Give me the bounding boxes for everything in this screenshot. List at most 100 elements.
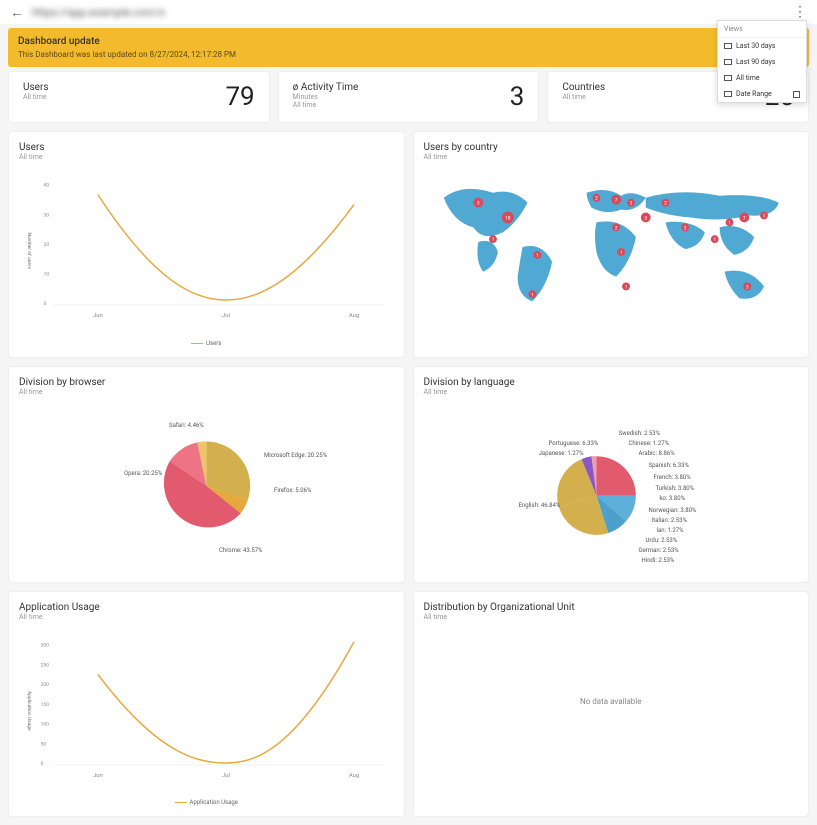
svg-text:20: 20 bbox=[44, 242, 50, 248]
card-title: Application Usage bbox=[19, 602, 394, 613]
dropdown-item-last-30[interactable]: Last 30 days bbox=[718, 38, 806, 54]
back-arrow-icon[interactable]: ← bbox=[10, 4, 24, 21]
no-data-message: No data available bbox=[424, 627, 799, 777]
pie-label: Chinese: 1.27% bbox=[629, 440, 669, 447]
kpi-activity-time: ø Activity Time Minutes All time 3 bbox=[278, 71, 540, 123]
svg-text:2: 2 bbox=[664, 201, 667, 207]
svg-text:0: 0 bbox=[44, 301, 47, 307]
dropdown-item-last-90[interactable]: Last 90 days bbox=[718, 54, 806, 70]
update-banner: Dashboard update This Dashboard was last… bbox=[8, 28, 809, 67]
pie-label: French: 3.80% bbox=[654, 474, 691, 481]
y-axis-label: Number of users bbox=[26, 233, 33, 270]
card-sub: All time bbox=[19, 613, 394, 621]
card-language-pie: Division by language All time English: 4… bbox=[413, 366, 810, 583]
kpi-title: Countries bbox=[562, 82, 605, 93]
dropdown-item-label: Date Range bbox=[736, 90, 772, 98]
legend-swatch bbox=[191, 343, 203, 344]
svg-text:1: 1 bbox=[619, 250, 622, 256]
kpi-sub: All time bbox=[293, 101, 359, 109]
card-sub: All time bbox=[424, 153, 799, 161]
svg-text:10: 10 bbox=[44, 271, 50, 277]
pie-label: Urdu: 2.53% bbox=[646, 537, 678, 544]
svg-text:1: 1 bbox=[491, 237, 494, 243]
calendar-icon bbox=[724, 91, 732, 97]
svg-text:7: 7 bbox=[742, 215, 745, 221]
banner-title: Dashboard update bbox=[18, 36, 799, 47]
pie-label: ko: 3.80% bbox=[660, 495, 686, 502]
svg-text:40: 40 bbox=[44, 183, 50, 189]
pie-label: Spanish: 6.33% bbox=[649, 462, 689, 469]
pie-label: Turkish: 3.80% bbox=[656, 485, 695, 492]
card-users-chart: Users All time Number of users 40 30 20 … bbox=[8, 131, 405, 358]
kpi-value: 79 bbox=[225, 82, 254, 112]
svg-text:1: 1 bbox=[762, 213, 765, 219]
page-title-blurred: https://app.example.com/x bbox=[32, 6, 793, 19]
card-title: Division by browser bbox=[19, 377, 394, 388]
svg-text:100: 100 bbox=[41, 721, 50, 727]
pie-label: Arabic: 8.86% bbox=[639, 450, 675, 457]
calendar-icon bbox=[724, 75, 732, 81]
pie-label: German: 2.53% bbox=[639, 547, 679, 554]
card-sub: All time bbox=[19, 388, 394, 396]
svg-text:Jun: Jun bbox=[93, 313, 103, 319]
pie-label: Italian: 2.53% bbox=[652, 517, 687, 524]
views-dropdown: Views Last 30 days Last 90 days All time… bbox=[717, 20, 807, 103]
dropdown-item-date-range[interactable]: Date Range bbox=[718, 86, 806, 102]
top-bar: ← https://app.example.com/x ⋮ bbox=[0, 0, 817, 24]
pie-label: Portuguese: 6.33% bbox=[549, 440, 599, 447]
banner-subtitle: This Dashboard was last updated on 8/27/… bbox=[18, 50, 799, 59]
chart-legend: Users bbox=[19, 340, 394, 347]
kpi-title: ø Activity Time bbox=[293, 82, 359, 93]
svg-text:18: 18 bbox=[505, 215, 511, 221]
pie-label: Japanese: 1.27% bbox=[539, 450, 584, 457]
dropdown-item-label: All time bbox=[736, 74, 760, 82]
svg-text:3: 3 bbox=[683, 225, 686, 231]
svg-text:Jun: Jun bbox=[93, 772, 103, 778]
pie-label: lan: 1.27% bbox=[657, 527, 684, 534]
svg-text:300: 300 bbox=[41, 642, 50, 648]
svg-text:5: 5 bbox=[644, 215, 647, 221]
kpi-sub: All time bbox=[562, 93, 605, 101]
svg-text:50: 50 bbox=[41, 741, 47, 747]
pie-label: Swedish: 2.53% bbox=[619, 430, 661, 437]
svg-text:Aug: Aug bbox=[349, 772, 359, 778]
calendar-picker-icon bbox=[793, 91, 800, 98]
svg-text:1: 1 bbox=[624, 284, 627, 290]
dropdown-item-all-time[interactable]: All time bbox=[718, 70, 806, 86]
world-landmass bbox=[443, 189, 778, 301]
pie-label: Chrome: 43.57% bbox=[219, 547, 262, 554]
svg-text:1: 1 bbox=[531, 292, 534, 298]
svg-text:2: 2 bbox=[595, 196, 598, 202]
svg-text:Aug: Aug bbox=[349, 313, 359, 319]
svg-text:3: 3 bbox=[629, 201, 632, 207]
svg-text:7: 7 bbox=[614, 198, 617, 204]
svg-text:3: 3 bbox=[745, 284, 748, 290]
chart-legend: Application Usage bbox=[19, 799, 394, 806]
card-app-usage: Application Usage All time Application U… bbox=[8, 591, 405, 818]
svg-text:Jul: Jul bbox=[222, 313, 230, 319]
language-pie: English: 46.84% Japanese: 1.27% Portugue… bbox=[424, 402, 799, 572]
svg-text:1: 1 bbox=[728, 220, 731, 226]
card-org-unit: Distribution by Organizational Unit All … bbox=[413, 591, 810, 818]
browser-pie: Safari: 4.46% Microsoft Edge: 20.25% Fir… bbox=[19, 402, 394, 572]
card-title: Distribution by Organizational Unit bbox=[424, 602, 799, 613]
pie-label: Norwegian: 3.80% bbox=[649, 507, 697, 514]
more-menu-icon[interactable]: ⋮ bbox=[793, 4, 807, 20]
world-map: 3 18 1 1 1 2 7 3 5 2 1 1 2 3 1 1 7 bbox=[424, 167, 799, 330]
y-axis-label: Application Usage bbox=[26, 690, 32, 730]
line-series bbox=[98, 641, 354, 762]
pie-label: Hindi: 2.53% bbox=[642, 557, 675, 564]
card-sub: All time bbox=[424, 388, 799, 396]
svg-text:250: 250 bbox=[41, 662, 50, 668]
calendar-icon bbox=[724, 43, 732, 49]
svg-text:1: 1 bbox=[535, 253, 538, 259]
kpi-value: 3 bbox=[510, 82, 525, 112]
line-series bbox=[98, 195, 354, 300]
card-browser-pie: Division by browser All time Safari: 4.4… bbox=[8, 366, 405, 583]
card-title: Users by country bbox=[424, 142, 799, 153]
dropdown-item-label: Last 90 days bbox=[736, 58, 775, 66]
views-dropdown-header: Views bbox=[718, 21, 806, 38]
svg-text:150: 150 bbox=[41, 701, 50, 707]
svg-text:2: 2 bbox=[614, 225, 617, 231]
card-sub: All time bbox=[19, 153, 394, 161]
